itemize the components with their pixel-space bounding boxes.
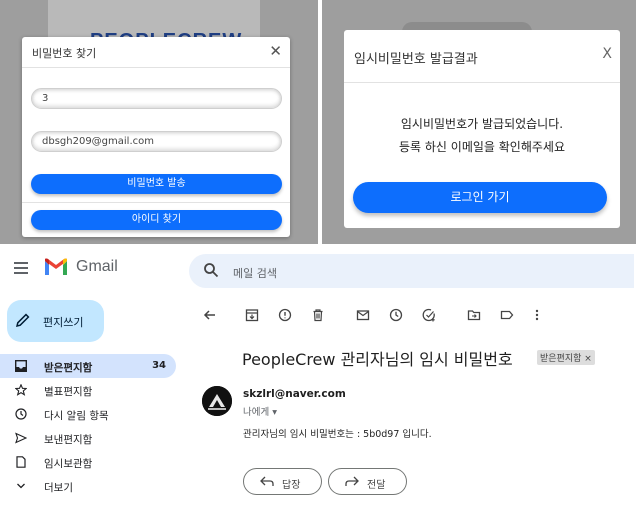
forward-label: 전달 xyxy=(367,480,386,491)
divider xyxy=(22,67,290,68)
search-icon[interactable] xyxy=(203,262,219,278)
sidebar-item-starred[interactable]: 별표편지함 xyxy=(0,378,176,402)
gmail-brand: Gmail xyxy=(76,258,118,275)
chevron-down-icon xyxy=(17,483,25,489)
sidebar-item-drafts[interactable]: 임시보관함 xyxy=(0,450,176,474)
inbox-label-chip[interactable]: 받은편지함 × xyxy=(537,350,595,365)
sidebar-item-label: 임시보관함 xyxy=(44,458,93,470)
password-result-dialog: 임시비밀번호 발급결과 X 임시비밀번호가 발급되었습니다. 등록 하신 이메일… xyxy=(344,30,620,228)
dialog-title: 임시비밀번호 발급결과 xyxy=(354,52,478,67)
search-input[interactable]: 메일 검색 xyxy=(233,265,277,281)
send-password-button[interactable]: 비밀번호 발송 xyxy=(31,174,282,194)
sidebar-item-more[interactable]: 더보기 xyxy=(0,474,176,498)
move-to-icon[interactable] xyxy=(467,308,481,322)
dialog-title: 비밀번호 찾기 xyxy=(32,47,97,60)
sidebar-item-label: 다시 알림 항목 xyxy=(44,410,109,422)
email-body: 관리자님의 임시 비밀번호는 : 5b0d97 입니다. xyxy=(243,429,432,440)
report-spam-icon[interactable] xyxy=(278,308,292,322)
result-message-line2: 등록 하신 이메일을 확인해주세요 xyxy=(398,140,565,154)
compose-button[interactable]: 편지쓰기 xyxy=(7,300,104,342)
gmail-logo-icon xyxy=(45,258,67,275)
close-icon[interactable]: X xyxy=(602,46,612,62)
login-button[interactable]: 로그인 가기 xyxy=(353,182,607,213)
divider xyxy=(22,202,290,203)
draft-icon xyxy=(16,456,26,468)
add-task-icon[interactable] xyxy=(422,308,436,322)
find-id-button[interactable]: 아이디 찾기 xyxy=(31,210,282,230)
compose-label: 편지쓰기 xyxy=(43,316,84,329)
close-icon[interactable]: ✕ xyxy=(269,42,282,60)
unread-count: 34 xyxy=(152,360,166,371)
sidebar-item-label: 더보기 xyxy=(44,482,73,494)
recipient-dropdown[interactable]: 나에게 ▾ xyxy=(243,404,277,418)
id-field[interactable]: 3 xyxy=(31,88,282,109)
send-icon xyxy=(15,432,27,444)
email-field[interactable]: dbsgh209@gmail.com xyxy=(31,131,282,152)
result-message-line1: 임시비밀번호가 발급되었습니다. xyxy=(400,117,564,131)
search-bar[interactable]: 메일 검색 xyxy=(189,254,634,288)
reply-button[interactable]: 답장 xyxy=(243,468,322,495)
email-subject: PeopleCrew 관리자님의 임시 비밀번호 xyxy=(242,350,513,369)
sidebar-item-sent[interactable]: 보낸편지함 xyxy=(0,426,176,450)
email-view: PeopleCrew 관리자님의 임시 비밀번호 받은편지함 × skzlrl@… xyxy=(190,294,636,514)
divider xyxy=(344,82,620,83)
back-arrow-icon[interactable] xyxy=(203,308,217,322)
more-options-icon[interactable] xyxy=(533,308,541,322)
star-icon xyxy=(15,384,27,396)
sidebar-item-snoozed[interactable]: 다시 알림 항목 xyxy=(0,402,176,426)
sender-avatar-icon xyxy=(202,386,232,416)
clock-icon xyxy=(15,408,27,420)
sidebar-item-label: 받은편지함 xyxy=(44,362,93,374)
snooze-icon[interactable] xyxy=(389,308,403,322)
gmail-window: Gmail 메일 검색 편지쓰기 받은편지함 34 별표편지함 다시 알림 항목 xyxy=(0,248,636,514)
password-result-screen: 임시비밀번호 발급결과 X 임시비밀번호가 발급되었습니다. 등록 하신 이메일… xyxy=(322,0,636,244)
menu-icon[interactable] xyxy=(14,262,28,274)
pencil-icon xyxy=(15,313,30,328)
sidebar-item-label: 별표편지함 xyxy=(44,386,93,398)
mark-unread-icon[interactable] xyxy=(356,308,370,322)
find-password-dialog: 비밀번호 찾기 ✕ 3 dbsgh209@gmail.com 비밀번호 발송 아… xyxy=(22,37,290,237)
inbox-icon xyxy=(15,360,27,372)
forward-button[interactable]: 전달 xyxy=(328,468,407,495)
find-password-screen: PEOPLECREW 비밀번호 찾기 ✕ 3 dbsgh209@gmail.co… xyxy=(0,0,318,244)
avatar xyxy=(202,386,232,416)
sidebar-item-inbox[interactable]: 받은편지함 34 xyxy=(0,354,176,378)
reply-label: 답장 xyxy=(282,480,301,491)
reply-icon xyxy=(260,476,274,486)
sender-address[interactable]: skzlrl@naver.com xyxy=(243,388,346,400)
archive-icon[interactable] xyxy=(245,308,259,322)
delete-icon[interactable] xyxy=(311,308,325,322)
label-icon[interactable] xyxy=(500,308,514,322)
forward-icon xyxy=(345,476,359,486)
sidebar-item-label: 보낸편지함 xyxy=(44,434,93,446)
